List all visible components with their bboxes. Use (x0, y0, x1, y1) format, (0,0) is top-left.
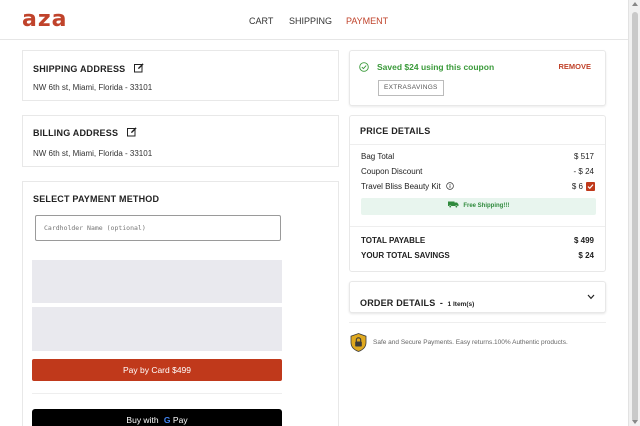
divider (350, 144, 605, 145)
shipping-address-text: NW 6th st, Miami, Florida - 33101 (33, 83, 153, 92)
edit-icon[interactable] (126, 127, 137, 137)
edit-icon[interactable] (134, 63, 144, 73)
truck-icon (447, 201, 459, 208)
price-details-title: PRICE DETAILS (360, 126, 431, 136)
total-savings-label: YOUR TOTAL SAVINGS (361, 251, 450, 260)
billing-address-card: BILLING ADDRESS NW 6th st, Miami, Florid… (22, 115, 339, 167)
chevron-down-icon[interactable] (587, 294, 595, 300)
checkmark-icon (587, 184, 594, 190)
google-pay-button[interactable]: Buy with G Pay (32, 409, 282, 426)
total-savings-value: $ 24 (578, 251, 594, 260)
coupon-discount-value: - $ 24 (573, 167, 594, 176)
nav-shipping[interactable]: SHIPPING (289, 16, 332, 26)
order-details-title: ORDER DETAILS (360, 298, 436, 308)
pay-by-card-button[interactable]: Pay by Card $499 (32, 359, 282, 381)
order-details-card[interactable]: ORDER DETAILS - 1 Item(s) (349, 281, 606, 313)
scrollbar-thumb[interactable] (632, 12, 638, 422)
shipping-address-heading: SHIPPING ADDRESS (33, 63, 144, 74)
scroll-up-icon[interactable] (632, 2, 638, 6)
total-payable-value: $ 499 (573, 236, 594, 245)
free-shipping-banner: Free Shipping!!! (361, 198, 596, 215)
check-circle-icon (359, 62, 369, 72)
page-scrollbar[interactable] (628, 0, 640, 426)
shipping-address-card: SHIPPING ADDRESS NW 6th st, Miami, Flori… (22, 50, 339, 101)
gpay-prefix: Buy with (126, 415, 159, 425)
total-payable-label: TOTAL PAYABLE (361, 236, 426, 245)
bag-total-label: Bag Total (361, 152, 395, 161)
top-header: aza CART SHIPPING PAYMENT (0, 0, 628, 40)
order-item-count: 1 Item(s) (447, 301, 475, 308)
gpay-brand: Pay (172, 415, 188, 425)
bag-total-value: $ 517 (573, 152, 594, 161)
cardholder-name-input[interactable] (35, 215, 281, 241)
secure-shield-icon (350, 333, 367, 352)
order-details-heading: ORDER DETAILS - 1 Item(s) (360, 293, 474, 311)
kit-checkbox[interactable] (586, 182, 595, 191)
divider (32, 393, 282, 394)
coupon-saved-message: Saved $24 using this coupon (377, 62, 495, 72)
billing-address-text: NW 6th st, Miami, Florida - 33101 (33, 149, 153, 158)
coupon-discount-label: Coupon Discount (361, 167, 423, 176)
kit-label: Travel Bliss Beauty Kit (361, 182, 441, 191)
free-shipping-text: Free Shipping!!! (463, 203, 510, 209)
coupon-remove-button[interactable]: REMOVE (558, 62, 591, 71)
card-details-field[interactable] (32, 307, 282, 351)
divider (349, 322, 606, 323)
billing-address-title: BILLING ADDRESS (33, 128, 119, 138)
google-g-icon: G (163, 415, 171, 425)
aza-logo[interactable]: aza (22, 7, 68, 32)
coupon-code-badge: EXTRASAVINGS (378, 80, 444, 96)
info-icon[interactable] (446, 182, 454, 190)
billing-address-heading: BILLING ADDRESS (33, 127, 137, 138)
nav-payment[interactable]: PAYMENT (346, 16, 388, 26)
kit-row: Travel Bliss Beauty Kit (361, 182, 454, 191)
scroll-down-icon[interactable] (632, 420, 638, 424)
payment-method-title: SELECT PAYMENT METHOD (33, 194, 160, 204)
order-details-separator: - (439, 298, 444, 308)
card-number-field[interactable] (32, 260, 282, 303)
price-details-card: PRICE DETAILS Bag Total $ 517 Coupon Dis… (349, 115, 606, 272)
nav-cart[interactable]: CART (249, 16, 273, 26)
kit-value: $ 6 (571, 182, 583, 191)
divider (350, 226, 605, 227)
secure-payment-text: Safe and Secure Payments. Easy returns.1… (373, 339, 568, 346)
shipping-address-title: SHIPPING ADDRESS (33, 64, 126, 74)
coupon-card: Saved $24 using this coupon REMOVE EXTRA… (349, 50, 606, 106)
